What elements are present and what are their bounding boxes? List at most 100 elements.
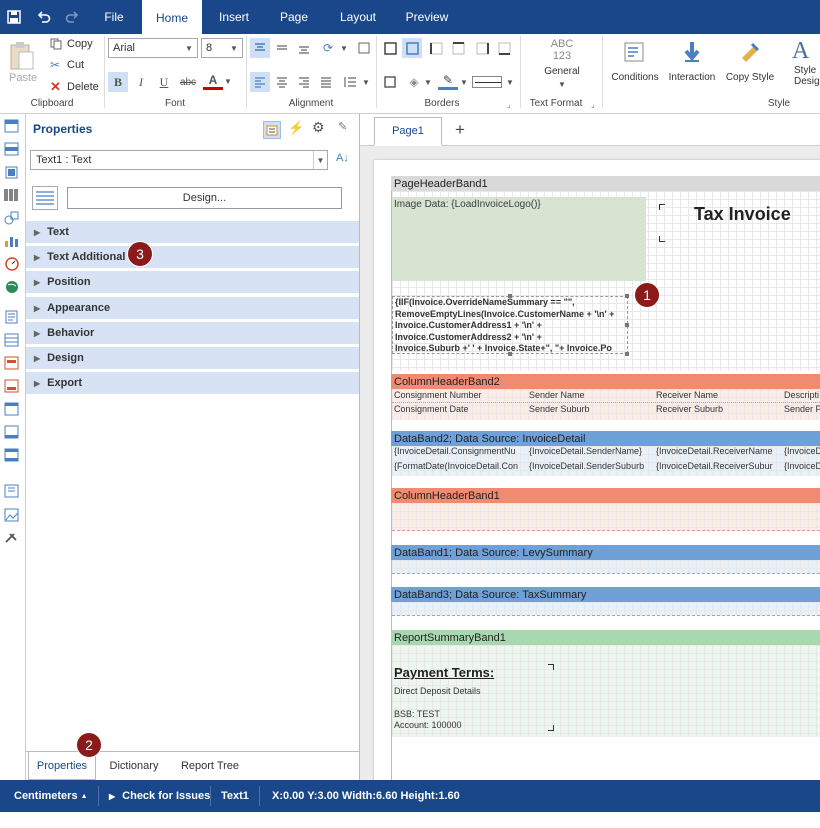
- border-shadow-icon[interactable]: [380, 72, 400, 92]
- interaction-button[interactable]: Interaction: [664, 38, 720, 96]
- line-spacing-icon[interactable]: [340, 72, 360, 92]
- band-data-2[interactable]: DataBand2; Data Source: InvoiceDetail: [391, 431, 820, 446]
- column-header-cell[interactable]: Consignment Date: [394, 404, 524, 414]
- report-title-icon[interactable]: [4, 119, 20, 133]
- strikethrough-button[interactable]: abc: [178, 72, 198, 92]
- component-selector[interactable]: Text1 : Text ▼: [30, 150, 328, 170]
- redo-icon[interactable]: [58, 0, 86, 34]
- data-cell[interactable]: {InvoiceDetail.SenderName}: [529, 446, 651, 456]
- add-page-icon[interactable]: +: [450, 118, 470, 142]
- border-none-icon[interactable]: [402, 38, 422, 58]
- font-color-button[interactable]: A: [203, 72, 223, 90]
- border-style-select[interactable]: [472, 76, 502, 88]
- cut-button[interactable]: ✂ Cut: [50, 58, 98, 72]
- fill-color-icon[interactable]: ◈: [404, 72, 424, 92]
- resize-handle[interactable]: [625, 294, 629, 298]
- paste-button[interactable]: Paste: [9, 72, 37, 84]
- table-band-icon[interactable]: [4, 484, 20, 498]
- pin-icon[interactable]: ✎: [338, 120, 347, 133]
- chevron-down-icon[interactable]: ▼: [340, 44, 348, 53]
- barcode-icon[interactable]: [4, 188, 20, 202]
- chevron-down-icon[interactable]: ▼: [460, 78, 468, 87]
- band-report-summary[interactable]: ReportSummaryBand1: [391, 630, 820, 645]
- resize-handle[interactable]: [508, 294, 512, 298]
- band-icon[interactable]: [4, 142, 20, 156]
- paste-icon[interactable]: [8, 40, 38, 74]
- underline-button[interactable]: U: [154, 72, 174, 92]
- resize-handle[interactable]: [508, 352, 512, 356]
- direct-deposit-text[interactable]: Direct Deposit Details: [394, 686, 481, 696]
- category-design[interactable]: ▶ Design: [26, 347, 359, 369]
- tab-preview[interactable]: Preview: [394, 0, 460, 34]
- border-bottom-icon[interactable]: [494, 38, 514, 58]
- justify-icon[interactable]: [316, 72, 336, 92]
- tab-file[interactable]: File: [88, 0, 140, 34]
- report-title[interactable]: Tax Invoice: [694, 204, 791, 225]
- units-button[interactable]: Centimeters ▲: [14, 780, 88, 812]
- gauge-icon[interactable]: [4, 257, 20, 271]
- category-export[interactable]: ▶ Export: [26, 372, 359, 394]
- save-icon[interactable]: [0, 0, 28, 34]
- chevron-down-icon[interactable]: ▼: [224, 77, 232, 86]
- data-cell[interactable]: {FormatDate(InvoiceDetail.Con: [394, 461, 524, 471]
- text-editor-icon[interactable]: [32, 186, 58, 210]
- bold-button[interactable]: B: [108, 72, 128, 92]
- font-size-select[interactable]: 8 ▼: [201, 38, 243, 58]
- band-data-1[interactable]: DataBand1; Data Source: LevySummary: [391, 545, 820, 560]
- check-issues-button[interactable]: ▶ Check for Issues: [109, 780, 210, 812]
- border-color-icon[interactable]: ✎: [438, 72, 458, 90]
- header-band-icon[interactable]: [4, 356, 20, 370]
- column-header-cell[interactable]: Sender P: [784, 404, 820, 414]
- category-behavior[interactable]: ▶ Behavior: [26, 322, 359, 344]
- sort-icon[interactable]: A↓: [336, 152, 349, 164]
- conditions-button[interactable]: Conditions: [608, 38, 662, 96]
- data-cell[interactable]: {InvoiceD: [784, 446, 820, 456]
- border-all-icon[interactable]: [380, 38, 400, 58]
- events-icon[interactable]: ⚡: [288, 120, 304, 136]
- expand-icon[interactable]: ⌟: [591, 100, 595, 109]
- column-header-cell[interactable]: Sender Name: [529, 390, 651, 400]
- align-top-icon[interactable]: [250, 38, 270, 58]
- column-header-cell[interactable]: Consignment Number: [394, 390, 524, 400]
- image-band-icon[interactable]: [4, 508, 20, 522]
- align-right-icon[interactable]: [294, 72, 314, 92]
- data-cell[interactable]: {InvoiceDetail.ReceiverSubur: [656, 461, 780, 471]
- logo-image-box[interactable]: Image Data: {LoadInvoiceLogo()}: [392, 197, 646, 281]
- band-data-3[interactable]: DataBand3; Data Source: TaxSummary: [391, 587, 820, 602]
- expand-icon[interactable]: ⌟: [507, 100, 511, 109]
- category-text[interactable]: ▶ Text: [26, 221, 359, 243]
- shape-icon[interactable]: [4, 211, 20, 225]
- design-button[interactable]: Design...: [67, 187, 342, 209]
- column-header-cell[interactable]: Descripti: [784, 390, 820, 400]
- tab-layout[interactable]: Layout: [328, 0, 388, 34]
- category-appearance[interactable]: ▶ Appearance: [26, 297, 359, 319]
- band-column-header-2[interactable]: ColumnHeaderBand2: [391, 374, 820, 389]
- data-cell[interactable]: {InvoiceD: [784, 461, 820, 471]
- chevron-down-icon[interactable]: ▼: [424, 78, 432, 87]
- bsb-text[interactable]: BSB: TEST: [394, 709, 440, 719]
- tab-insert[interactable]: Insert: [206, 0, 262, 34]
- column-header-cell[interactable]: Receiver Name: [656, 390, 780, 400]
- chevron-down-icon[interactable]: ▼: [362, 78, 370, 87]
- page-header-icon[interactable]: [4, 310, 20, 324]
- word-wrap-icon[interactable]: [354, 38, 374, 58]
- gear-icon[interactable]: ⚙: [312, 119, 325, 136]
- category-position[interactable]: ▶ Position: [26, 271, 359, 293]
- customer-text-box[interactable]: {IIF(Invoice.OverrideNameSummary == "", …: [392, 296, 628, 354]
- map-icon[interactable]: [4, 280, 20, 294]
- copy-button[interactable]: Copy: [50, 37, 98, 51]
- group-footer-icon[interactable]: [4, 425, 20, 439]
- tab-report-tree[interactable]: Report Tree: [172, 752, 248, 780]
- tab-page[interactable]: Page: [266, 0, 322, 34]
- account-text[interactable]: Account: 100000: [394, 720, 462, 730]
- tab-page1[interactable]: Page1: [374, 117, 442, 146]
- copy-style-button[interactable]: Copy Style: [722, 38, 778, 96]
- align-middle-icon[interactable]: [272, 38, 292, 58]
- band-column-header-1[interactable]: ColumnHeaderBand1: [391, 488, 820, 503]
- data-band-icon[interactable]: [4, 333, 20, 347]
- tab-home[interactable]: Home: [142, 0, 202, 35]
- column-header-cell[interactable]: Receiver Suburb: [656, 404, 780, 414]
- footer-band-icon[interactable]: [4, 379, 20, 393]
- align-left-icon[interactable]: [250, 72, 270, 92]
- font-family-select[interactable]: Arial ▼: [108, 38, 198, 58]
